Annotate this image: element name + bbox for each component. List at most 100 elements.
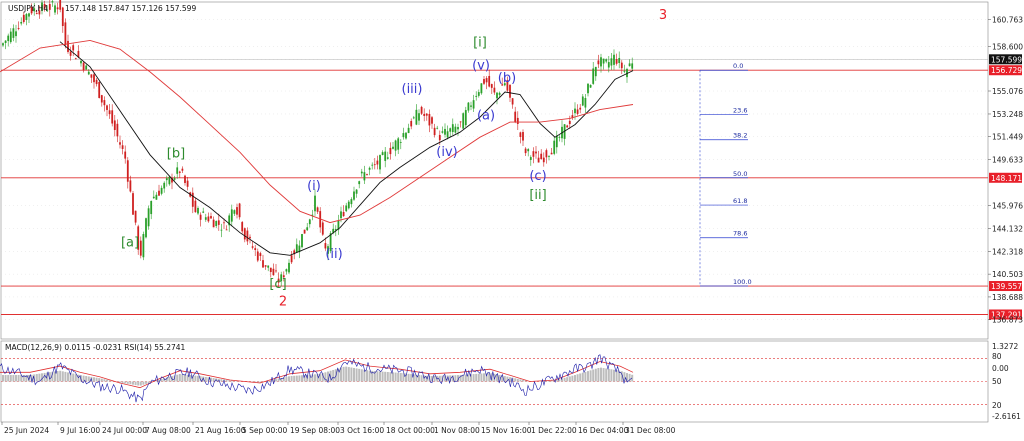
time-axis-label: 18 Oct 00:00 (386, 426, 435, 435)
candle-body (483, 79, 485, 84)
candle-body (48, 4, 51, 10)
indicator-axis-label: 0.00 (992, 364, 1009, 373)
macd-histogram-bar (522, 379, 524, 382)
macd-histogram-bar (230, 380, 233, 382)
price-level-value: 139.557 (991, 282, 1022, 291)
candle-body (155, 194, 158, 200)
macd-histogram-bar (204, 376, 207, 382)
candle-body (597, 60, 600, 65)
price-axis-label: 136.873 (992, 316, 1023, 325)
candle-body (594, 66, 597, 77)
candle-body (152, 196, 155, 199)
candle-body (587, 83, 589, 94)
candle-body (550, 152, 553, 155)
macd-histogram-bar (350, 367, 353, 382)
candle-body (285, 269, 288, 272)
candle-body (210, 216, 212, 219)
macd-histogram-bar (61, 371, 64, 382)
candle-body (402, 133, 405, 138)
candle-body (446, 131, 449, 138)
candle-body (628, 63, 631, 67)
candle-body (160, 187, 163, 194)
candle-body (423, 113, 426, 116)
candle-body (527, 149, 530, 152)
time-axis-label: 19 Sep 08:00 (290, 426, 340, 435)
macd-histogram-bar (295, 375, 298, 382)
macd-histogram-bar (389, 372, 392, 382)
macd-histogram-bar (550, 380, 553, 382)
macd-histogram-bar (410, 374, 413, 382)
candle-body (113, 120, 116, 130)
candle-body (433, 127, 436, 136)
macd-histogram-bar (386, 371, 389, 382)
candle-body (212, 219, 215, 228)
candle-body (353, 191, 355, 200)
current-price-value: 157.599 (991, 55, 1022, 64)
macd-histogram-bar (407, 373, 410, 382)
wave-label: 2 (279, 295, 287, 310)
macd-histogram-bar (288, 376, 290, 382)
wave-label: 3 (659, 8, 667, 23)
candle-body (600, 57, 602, 67)
candle-body (168, 176, 171, 185)
macd-histogram-bar (220, 379, 223, 382)
candle-body (620, 62, 623, 69)
candle-body (246, 230, 249, 242)
macd-histogram-bar (7, 375, 10, 382)
macd-histogram-bar (194, 375, 197, 382)
candle-body (93, 74, 95, 83)
candle-body (548, 156, 550, 157)
macd-histogram-bar (9, 375, 12, 382)
macd-histogram-bar (56, 371, 59, 382)
wave-label: [b] (167, 146, 185, 161)
candle-body (98, 81, 101, 98)
macd-histogram-bar (589, 370, 592, 382)
candle-body (358, 181, 361, 185)
candle-body (360, 171, 363, 174)
time-axis-label: 24 Jul 00:00 (102, 426, 147, 435)
candle-body (568, 120, 571, 125)
candle-body (204, 217, 207, 220)
macd-histogram-bar (12, 375, 15, 382)
candle-body (488, 75, 491, 87)
candle-body (545, 150, 548, 158)
macd-histogram-bar (454, 375, 457, 382)
macd-histogram-bar (298, 375, 301, 382)
candle-body (449, 128, 452, 132)
candle-body (613, 54, 615, 65)
macd-histogram-bar (87, 376, 90, 382)
candle-body (217, 220, 220, 225)
candle-body (496, 92, 498, 99)
candle-body (17, 27, 20, 29)
usdjpy-chart: 156.729148.171139.557137.291157.599 0.02… (0, 0, 1023, 435)
macd-histogram-bar (64, 371, 67, 382)
time-axis-label: 5 Sep 00:00 (242, 426, 288, 435)
candle-body (202, 211, 205, 213)
candle-body (631, 63, 634, 69)
candle-body (59, 0, 62, 10)
candle-body (249, 236, 251, 239)
wave-label: [c] (269, 277, 286, 292)
candle-body (459, 121, 462, 123)
macd-histogram-bar (2, 375, 4, 382)
macd-histogram-bar (184, 374, 186, 382)
macd-histogram-bar (394, 372, 397, 382)
macd-histogram-bar (139, 381, 142, 386)
time-axis: 25 Jun 2024 9 Jul 16:00 24 Jul 00:007 Aug … (1, 422, 676, 435)
main-plot-frame (0, 1, 989, 340)
macd-histogram-bar (290, 375, 293, 382)
candle-body (451, 124, 454, 133)
candle-body (116, 123, 119, 137)
candle-body (139, 240, 142, 256)
candle-body (158, 190, 160, 196)
price-axis-label: 144.132 (992, 225, 1023, 234)
macd-histogram-bar (72, 373, 75, 382)
candle-body (15, 31, 17, 37)
candle-body (376, 160, 379, 165)
candle-body (379, 155, 381, 170)
macd-histogram-bar (134, 381, 137, 386)
macd-histogram-bar (225, 379, 228, 382)
macd-histogram-bar (381, 371, 384, 382)
macd-histogram-bar (15, 375, 17, 382)
candle-body (100, 95, 103, 103)
